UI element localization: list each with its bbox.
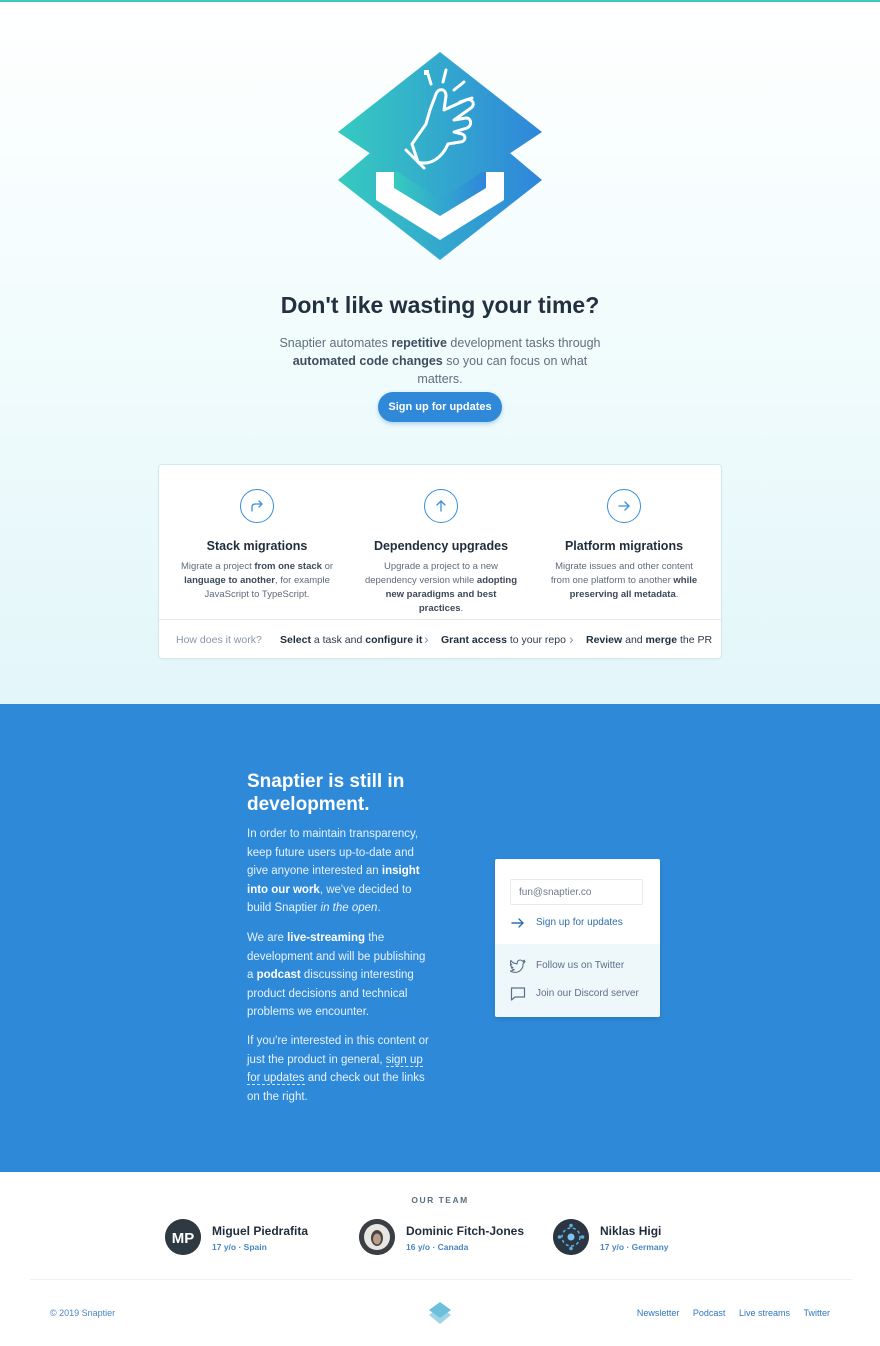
footer-link-podcast[interactable]: Podcast	[693, 1308, 726, 1318]
development-section: Snaptier is still in development. In ord…	[0, 704, 880, 1172]
avatar	[553, 1219, 589, 1255]
snaptier-logo-icon	[338, 52, 542, 260]
email-input[interactable]	[510, 879, 643, 905]
avatar	[359, 1219, 395, 1255]
footer-divider	[30, 1279, 852, 1280]
feature-description: Migrate issues and other content from on…	[550, 561, 698, 600]
team-member-niklas: Niklas Higi 17 y/o · Germany	[553, 1219, 743, 1255]
how-it-works-label: How does it work?	[176, 634, 262, 646]
development-title: Snaptier is still in development.	[247, 771, 405, 815]
member-info: 17 y/o · Germany	[600, 1242, 669, 1252]
how-it-works-bar: How does it work? Select a task and conf…	[159, 619, 721, 659]
team-member-miguel: MP Miguel Piedrafita 17 y/o · Spain	[165, 1219, 355, 1255]
snaptier-logo-icon[interactable]	[428, 1301, 452, 1325]
chevron-right-icon: ›	[424, 631, 429, 647]
feature-title: Dependency upgrades	[373, 539, 509, 553]
arrow-right-icon	[511, 918, 524, 928]
arrow-right-icon	[607, 489, 641, 523]
twitter-icon	[510, 959, 526, 973]
member-info: 17 y/o · Spain	[212, 1242, 267, 1252]
arrow-up-icon	[424, 489, 458, 523]
team-member-dominic: Dominic Fitch-Jones 16 y/o · Canada	[359, 1219, 549, 1255]
feature-description: Upgrade a project to a new dependency ve…	[364, 561, 518, 614]
avatar: MP	[165, 1219, 201, 1255]
step-grant-access: Grant access to your repo	[441, 634, 566, 646]
signup-updates-button[interactable]: Sign up for updates	[378, 392, 502, 422]
feature-description: Migrate a project from one stack or lang…	[180, 561, 334, 600]
hero-subtitle: Snaptier automates repetitive developmen…	[279, 336, 601, 386]
member-info: 16 y/o · Canada	[406, 1242, 469, 1252]
feature-title: Platform migrations	[564, 539, 684, 553]
development-paragraph-signup: If you're interested in this content or …	[247, 1035, 429, 1103]
member-name: Dominic Fitch-Jones	[406, 1224, 525, 1238]
footer-link-twitter[interactable]: Twitter	[803, 1308, 830, 1318]
share-arrow-icon	[240, 489, 274, 523]
signup-card: Sign up for updates Follow us on Twitter…	[495, 859, 660, 1017]
member-name: Miguel Piedrafita	[212, 1224, 309, 1238]
step-review-merge: Review and merge the PR	[586, 634, 713, 646]
member-name: Niklas Higi	[600, 1224, 662, 1238]
features-card: Stack migrations Migrate a project from …	[158, 464, 722, 659]
step-configure: Select a task and configure it	[280, 634, 423, 646]
development-paragraph-transparency: In order to maintain transparency, keep …	[247, 828, 420, 914]
copyright: © 2019 Snaptier	[50, 1308, 116, 1318]
footer-link-live-streams[interactable]: Live streams	[739, 1308, 790, 1318]
svg-text:MP: MP	[172, 1230, 195, 1247]
development-paragraph-streaming: We are live-streaming the development an…	[247, 932, 426, 1018]
hero-title: Don't like wasting your time?	[280, 292, 600, 318]
team-label: OUR TEAM	[411, 1195, 469, 1205]
footer-link-newsletter[interactable]: Newsletter	[637, 1308, 680, 1318]
chat-bubble-icon	[510, 987, 526, 1001]
social-links: Follow us on Twitter Join our Discord se…	[495, 944, 660, 1017]
footer-links: Newsletter Podcast Live streams Twitter	[626, 1308, 830, 1318]
hero-section: Don't like wasting your time? Snaptier a…	[0, 2, 880, 704]
feature-title: Stack migrations	[206, 539, 308, 553]
chevron-right-icon: ›	[569, 631, 574, 647]
